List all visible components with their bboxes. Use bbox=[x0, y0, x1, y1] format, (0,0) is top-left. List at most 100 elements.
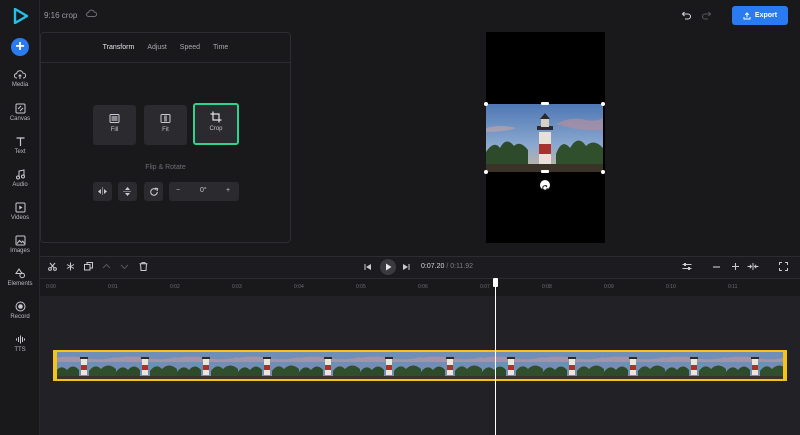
crop-label: Crop bbox=[209, 126, 223, 132]
sidebar-item-images[interactable]: Images bbox=[0, 235, 40, 265]
fit-icon bbox=[160, 114, 171, 123]
fill-option-button[interactable]: Fill bbox=[93, 105, 136, 145]
rotate-handle-icon bbox=[542, 184, 548, 191]
filmstrip-frame bbox=[116, 352, 177, 379]
panel-tabs: Transform Adjust Speed Time bbox=[41, 33, 290, 63]
move-up-icon[interactable] bbox=[102, 262, 111, 271]
sidebar-item-label: TTS bbox=[14, 347, 26, 353]
ruler-tick-label: 0:00 bbox=[46, 284, 56, 290]
sidebar-item-label: Elements bbox=[7, 281, 33, 287]
tab-time[interactable]: Time bbox=[213, 44, 228, 62]
fit-label: Fit bbox=[162, 127, 169, 133]
sidebar-item-tts[interactable]: TTS bbox=[0, 334, 40, 364]
filmstrip-frame bbox=[421, 352, 482, 379]
current-time: 0:07.20 bbox=[421, 263, 445, 270]
canvas-icon bbox=[15, 103, 25, 114]
fullscreen-icon[interactable] bbox=[779, 262, 788, 271]
rotate-handle[interactable] bbox=[540, 180, 550, 191]
redo-icon[interactable] bbox=[701, 10, 712, 20]
move-down-icon[interactable] bbox=[120, 262, 129, 271]
ruler-tick-label: 0:07 bbox=[480, 284, 490, 290]
ruler-tick-label: 0:03 bbox=[232, 284, 242, 290]
flip-vertical-button[interactable] bbox=[118, 182, 137, 201]
rotation-value: 0° bbox=[200, 187, 207, 194]
sidebar-item-videos[interactable]: Videos bbox=[0, 202, 40, 232]
filmstrip-frame bbox=[238, 352, 299, 379]
filmstrip-frame bbox=[726, 352, 785, 379]
filmstrip-frame bbox=[360, 352, 421, 379]
rotation-decrease-button[interactable]: − bbox=[176, 187, 180, 194]
ruler-tick-label: 0:01 bbox=[108, 284, 118, 290]
project-name[interactable]: 9:16 crop bbox=[44, 11, 77, 20]
freeze-snowflake-icon[interactable] bbox=[66, 262, 75, 271]
ruler-tick-label: 0:11 bbox=[728, 284, 738, 290]
ruler-tick-label: 0:06 bbox=[418, 284, 428, 290]
filmstrip-frame bbox=[665, 352, 726, 379]
add-media-button[interactable]: + bbox=[11, 38, 29, 56]
sidebar-item-media[interactable]: Media bbox=[0, 70, 40, 100]
clip-trim-handle-right[interactable] bbox=[783, 350, 787, 381]
rotate-button[interactable] bbox=[144, 182, 163, 201]
sidebar-item-label: Text bbox=[14, 149, 26, 155]
resize-handle-bottom-left[interactable] bbox=[484, 170, 488, 174]
video-track-clip[interactable] bbox=[53, 350, 787, 381]
timeline-ruler[interactable]: 0:00 0:01 0:02 0:03 0:04 0:05 0:06 0:07 0:08 0:09… bbox=[40, 278, 800, 296]
resize-handle-bottom[interactable] bbox=[541, 170, 549, 173]
rotate-icon bbox=[149, 186, 158, 196]
filmstrip-frame bbox=[604, 352, 665, 379]
split-scissors-icon[interactable] bbox=[48, 262, 57, 271]
play-button[interactable] bbox=[380, 259, 396, 275]
play-square-icon bbox=[15, 202, 25, 213]
ruler-tick-label: 0:10 bbox=[666, 284, 676, 290]
resize-handle-top[interactable] bbox=[541, 102, 549, 105]
video-clip-preview[interactable] bbox=[486, 104, 603, 172]
clip-trim-handle-left[interactable] bbox=[53, 350, 57, 381]
cloud-upload-icon bbox=[14, 70, 26, 79]
sidebar-item-record[interactable]: Record bbox=[0, 301, 40, 331]
tab-adjust[interactable]: Adjust bbox=[147, 44, 166, 62]
flip-horizontal-button[interactable] bbox=[93, 182, 112, 201]
playhead-line[interactable] bbox=[495, 279, 496, 435]
resize-handle-top-right[interactable] bbox=[601, 102, 605, 106]
skip-forward-icon[interactable] bbox=[402, 263, 410, 271]
skip-back-icon[interactable] bbox=[364, 263, 372, 271]
rotation-field[interactable]: − 0° + bbox=[169, 182, 239, 201]
logo-icon[interactable] bbox=[13, 8, 29, 24]
resize-handle-top-left[interactable] bbox=[484, 102, 488, 106]
fill-label: Fill bbox=[110, 127, 119, 133]
text-icon bbox=[16, 137, 24, 146]
sidebar-item-label: Audio bbox=[12, 182, 28, 188]
snap-settings-icon[interactable] bbox=[682, 262, 692, 271]
filmstrip-frame bbox=[482, 352, 543, 379]
resize-handle-bottom-right[interactable] bbox=[601, 170, 605, 174]
ruler-tick-label: 0:02 bbox=[170, 284, 180, 290]
rotation-increase-button[interactable]: + bbox=[226, 187, 230, 194]
flip-rotate-title: Flip & Rotate bbox=[145, 164, 186, 171]
sidebar-item-canvas[interactable]: Canvas bbox=[0, 103, 40, 133]
left-sidebar: + Media Canvas Text Audio Videos Images … bbox=[0, 0, 40, 435]
sidebar-item-audio[interactable]: Audio bbox=[0, 169, 40, 199]
crop-option-button[interactable]: Crop bbox=[193, 103, 239, 145]
sidebar-item-text[interactable]: Text bbox=[0, 136, 40, 166]
record-icon bbox=[15, 301, 25, 312]
fit-option-button[interactable]: Fit bbox=[144, 105, 187, 145]
filmstrip-frame bbox=[177, 352, 238, 379]
shapes-icon bbox=[14, 268, 25, 279]
flip-vertical-icon bbox=[123, 187, 132, 196]
tab-transform[interactable]: Transform bbox=[103, 44, 135, 62]
time-separator: / bbox=[446, 263, 449, 270]
clip-filmstrip bbox=[55, 352, 785, 379]
zoom-out-icon[interactable] bbox=[712, 263, 721, 271]
fit-timeline-icon[interactable] bbox=[747, 262, 759, 271]
undo-icon[interactable] bbox=[681, 10, 692, 20]
zoom-in-icon[interactable] bbox=[731, 262, 740, 271]
music-note-icon bbox=[15, 169, 25, 180]
play-icon bbox=[386, 263, 392, 271]
export-button[interactable]: Export bbox=[732, 6, 788, 25]
playhead-handle[interactable] bbox=[493, 278, 498, 287]
lighthouse-frame-image bbox=[486, 104, 603, 172]
trash-icon[interactable] bbox=[139, 262, 148, 271]
duplicate-icon[interactable] bbox=[84, 262, 93, 271]
tab-speed[interactable]: Speed bbox=[180, 44, 200, 62]
sidebar-item-elements[interactable]: Elements bbox=[0, 268, 40, 298]
